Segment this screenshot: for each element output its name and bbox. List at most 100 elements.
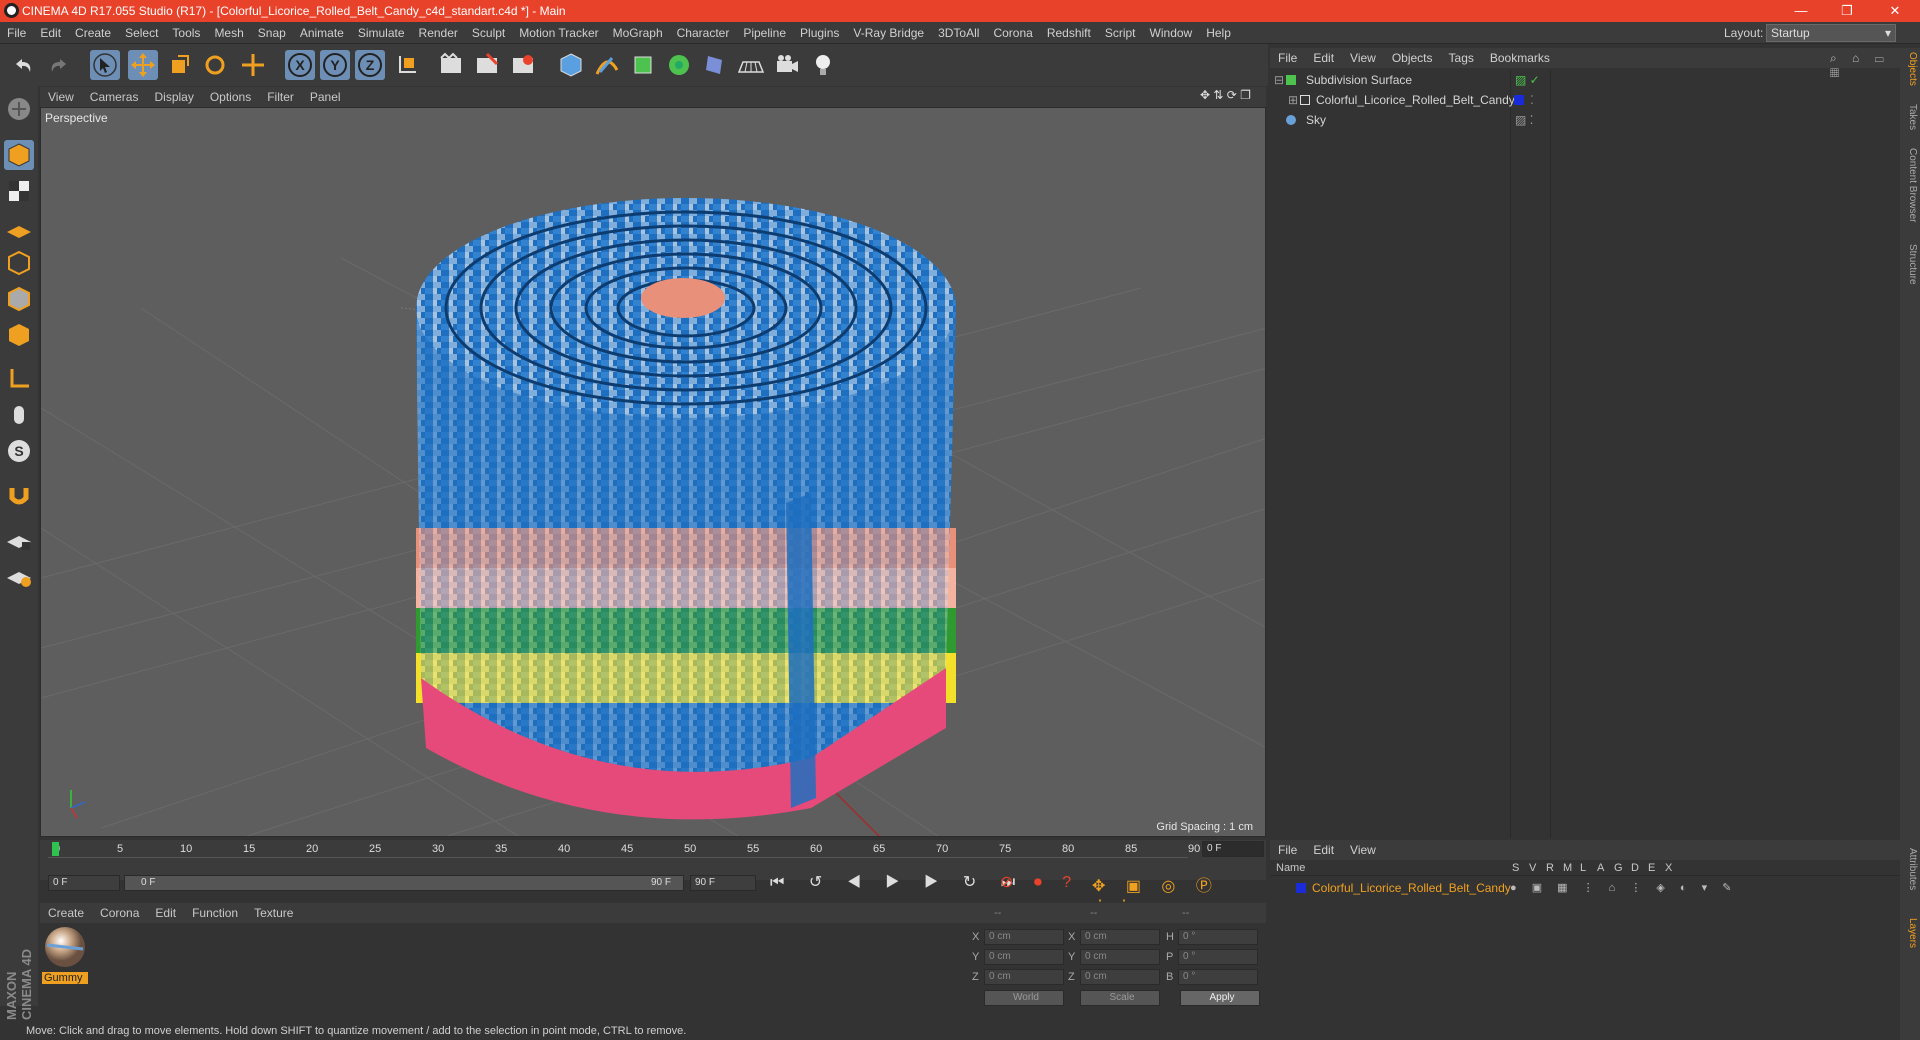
menu-item-render[interactable]: Render xyxy=(412,26,465,40)
object-row-sky[interactable]: Sky ▨ ⁚ xyxy=(1270,110,1900,130)
material-menu-texture[interactable]: Texture xyxy=(246,906,301,920)
lock-workplane-button[interactable] xyxy=(4,524,34,554)
scale-select[interactable]: Scale xyxy=(1080,990,1160,1006)
x-axis-lock-button[interactable]: X xyxy=(285,50,315,80)
z-axis-lock-button[interactable]: Z xyxy=(355,50,385,80)
menu-item-script[interactable]: Script xyxy=(1098,26,1143,40)
scene-canvas[interactable] xyxy=(41,108,1266,837)
y-axis-lock-button[interactable]: Y xyxy=(320,50,350,80)
make-editable-button[interactable] xyxy=(4,94,34,124)
object-menu-view[interactable]: View xyxy=(1342,51,1384,65)
menu-item-file[interactable]: File xyxy=(0,26,33,40)
end-frame-field[interactable]: 90 F xyxy=(690,875,756,891)
material-swatch[interactable]: Gummy xyxy=(42,925,88,984)
menu-item-help[interactable]: Help xyxy=(1199,26,1238,40)
coord-field[interactable]: 0 ° xyxy=(1178,929,1258,945)
menu-item-create[interactable]: Create xyxy=(68,26,118,40)
object-row-subdivision-surface[interactable]: ⊟ Subdivision Surface ▨ ✓ xyxy=(1270,70,1900,90)
coord-field[interactable]: 0 cm xyxy=(984,949,1064,965)
menu-item-sculpt[interactable]: Sculpt xyxy=(465,26,512,40)
layer-menu-view[interactable]: View xyxy=(1342,843,1384,857)
menu-item-snap[interactable]: Snap xyxy=(251,26,293,40)
axis-mode-button[interactable] xyxy=(4,364,34,394)
menu-item-tools[interactable]: Tools xyxy=(165,26,207,40)
layer-color-swatch[interactable] xyxy=(1514,95,1524,105)
tab-structure[interactable]: Structure xyxy=(1902,244,1918,285)
pen-spline-button[interactable] xyxy=(592,50,622,80)
polygons-mode-button[interactable] xyxy=(4,320,34,350)
viewport-nav-icons[interactable]: ✥ ⇅ ⟳ ❐ xyxy=(1200,88,1251,102)
coord-field[interactable]: 0 cm xyxy=(984,929,1064,945)
render-settings-button[interactable] xyxy=(508,50,538,80)
tab-layers[interactable]: Layers xyxy=(1902,918,1918,948)
coord-field[interactable]: 0 cm xyxy=(1080,949,1160,965)
timeline-ticks[interactable]: 051015202530354045505560657075808590 xyxy=(48,840,1200,858)
material-menu-corona[interactable]: Corona xyxy=(92,906,147,920)
camera-object-button[interactable] xyxy=(772,50,802,80)
range-slider[interactable]: 0 F 90 F xyxy=(124,875,684,891)
object-menu-edit[interactable]: Edit xyxy=(1305,51,1342,65)
current-frame-field[interactable]: 0 F xyxy=(1202,841,1264,857)
menu-item-mograph[interactable]: MoGraph xyxy=(606,26,670,40)
start-frame-field[interactable]: 0 F xyxy=(48,875,120,891)
undo-button[interactable] xyxy=(8,50,38,80)
tab-objects[interactable]: Objects xyxy=(1902,52,1918,86)
visibility-dots-icon[interactable]: ⁚ xyxy=(1530,90,1534,110)
viewport-perspective[interactable]: Perspective Grid Spacing : 1 cm xyxy=(40,107,1266,837)
tab-takes[interactable]: Takes xyxy=(1902,104,1918,130)
apply-button[interactable]: Apply xyxy=(1180,990,1260,1006)
playhead[interactable] xyxy=(52,842,59,856)
planar-workplane-button[interactable] xyxy=(4,560,34,590)
playback-controls[interactable]: ⏮ ↺ ◀ ▶ ▶ ↻ ⏭ xyxy=(770,872,1025,892)
snap-button[interactable]: S xyxy=(4,436,34,466)
restore-button[interactable]: ❐ xyxy=(1824,0,1870,22)
object-menu-bookmarks[interactable]: Bookmarks xyxy=(1482,51,1558,65)
object-menu-objects[interactable]: Objects xyxy=(1384,51,1441,65)
menu-item-edit[interactable]: Edit xyxy=(33,26,68,40)
menu-item-v-ray-bridge[interactable]: V-Ray Bridge xyxy=(846,26,931,40)
menu-item-pipeline[interactable]: Pipeline xyxy=(736,26,793,40)
world-select[interactable]: World xyxy=(984,990,1064,1006)
sky-tags-icon[interactable]: ▨ ⁚ xyxy=(1515,110,1534,130)
workplane-mode-button[interactable] xyxy=(4,212,34,242)
coordinate-system-button[interactable] xyxy=(392,50,422,80)
magnet-icon[interactable] xyxy=(4,480,34,510)
menu-item-plugins[interactable]: Plugins xyxy=(793,26,846,40)
select-tool-button[interactable] xyxy=(90,50,120,80)
redo-button[interactable] xyxy=(44,50,74,80)
menu-item-3dtoall[interactable]: 3DToAll xyxy=(931,26,986,40)
layer-menu-file[interactable]: File xyxy=(1270,843,1305,857)
move-tool-button[interactable] xyxy=(128,50,158,80)
light-object-button[interactable] xyxy=(808,50,838,80)
menu-item-motion-tracker[interactable]: Motion Tracker xyxy=(512,26,605,40)
deformer-button[interactable] xyxy=(700,50,730,80)
layer-color-swatch[interactable] xyxy=(1296,883,1306,893)
render-view-button[interactable] xyxy=(436,50,466,80)
object-menu-file[interactable]: File xyxy=(1270,51,1305,65)
layer-flag-icons[interactable]: ● ▣ ▦ ⋮ ⌂ ⋮ ◈ ◐ ▾ ✎ xyxy=(1510,878,1737,898)
layout-select[interactable]: Startup ▾ xyxy=(1766,24,1896,42)
record-controls[interactable]: ⊘ ⏺ ? xyxy=(1000,872,1079,892)
menu-item-window[interactable]: Window xyxy=(1143,26,1200,40)
material-menu-create[interactable]: Create xyxy=(40,906,92,920)
viewport-menu-panel[interactable]: Panel xyxy=(302,90,349,104)
visibility-check-icon[interactable]: ▨ ✓ xyxy=(1515,70,1540,90)
points-mode-button[interactable] xyxy=(4,248,34,278)
menu-item-select[interactable]: Select xyxy=(118,26,165,40)
cube-object-button[interactable] xyxy=(556,50,586,80)
coord-field[interactable]: 0 ° xyxy=(1178,949,1258,965)
menu-item-animate[interactable]: Animate xyxy=(293,26,351,40)
render-picture-viewer-button[interactable] xyxy=(472,50,502,80)
coord-field[interactable]: 0 cm xyxy=(1080,969,1160,985)
layer-row[interactable]: Colorful_Licorice_Rolled_Belt_Candy ● ▣ … xyxy=(1270,878,1900,898)
menu-item-character[interactable]: Character xyxy=(670,26,737,40)
coord-field[interactable]: 0 ° xyxy=(1178,969,1258,985)
layer-menu-edit[interactable]: Edit xyxy=(1305,843,1342,857)
object-menu-tags[interactable]: Tags xyxy=(1441,51,1482,65)
viewport-menu-view[interactable]: View xyxy=(40,90,82,104)
viewport-menu-filter[interactable]: Filter xyxy=(259,90,302,104)
tab-attributes[interactable]: Attributes xyxy=(1902,848,1918,890)
menu-item-mesh[interactable]: Mesh xyxy=(207,26,250,40)
menu-item-simulate[interactable]: Simulate xyxy=(351,26,412,40)
material-menu-edit[interactable]: Edit xyxy=(147,906,184,920)
